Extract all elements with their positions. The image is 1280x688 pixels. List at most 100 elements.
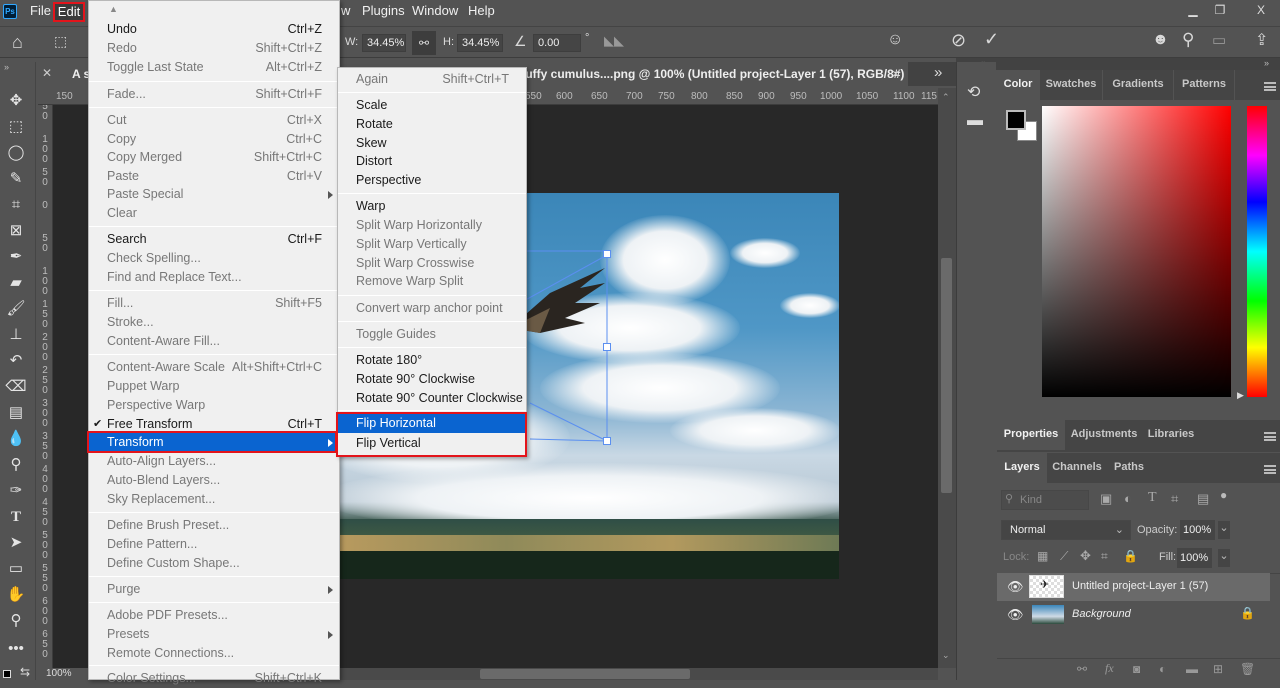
frame-tool-icon[interactable]: ⊠ [4, 220, 28, 242]
edit-menu-item-auto-align-layers[interactable]: Auto-Align Layers... [89, 452, 339, 471]
foreground-color-swatch[interactable] [1006, 110, 1026, 130]
filter-shape-icon[interactable]: ⌗ [1171, 491, 1178, 507]
blend-mode-select[interactable]: Normal ⌄ [1001, 520, 1131, 540]
transform-item-rotate-90-clockwise[interactable]: Rotate 90° Clockwise [338, 370, 526, 389]
edit-menu-item-define-custom-shape[interactable]: Define Custom Shape... [89, 554, 339, 573]
edit-menu-item-fade[interactable]: Fade... Shift+Ctrl+F [89, 85, 339, 104]
edit-menu-item-clear[interactable]: Clear [89, 204, 339, 223]
edit-menu-item-presets[interactable]: Presets [89, 625, 339, 644]
edit-menu-item-copy[interactable]: Copy Ctrl+C [89, 130, 339, 149]
lasso-tool-icon[interactable]: ◯ [4, 142, 28, 164]
fx-icon[interactable]: fx [1105, 661, 1114, 676]
height-input[interactable]: 34.45% [457, 34, 503, 52]
default-colors-icon[interactable] [3, 670, 11, 678]
lock-image-icon[interactable]: ⟋ [1060, 549, 1068, 564]
vertical-scrollbar[interactable]: ⌃ ⌄ [938, 88, 956, 668]
minimize-button[interactable]: ▁ [1180, 3, 1206, 19]
edit-menu-item-transform[interactable]: Transform [89, 433, 339, 452]
zoom-level[interactable]: 100% [38, 668, 88, 680]
transform-item-convert-warp-anchor-point[interactable]: Convert warp anchor point [338, 299, 526, 318]
transform-item-distort[interactable]: Distort [338, 152, 526, 171]
type-tool-icon[interactable]: T [4, 506, 28, 528]
marquee-tool-icon[interactable]: ⬚ [4, 116, 28, 138]
eyedropper-tool-icon[interactable]: ✒ [4, 246, 28, 268]
share-user-icon[interactable]: ☻ [1152, 31, 1169, 49]
opacity-dropdown-icon[interactable]: ⌄ [1218, 521, 1230, 539]
workspace-icon[interactable]: ▭ [1212, 31, 1226, 49]
transform-item-scale[interactable]: Scale [338, 96, 526, 115]
hand-tool-icon[interactable]: ✋ [4, 584, 28, 606]
rectangle-tool-icon[interactable]: ▭ [4, 558, 28, 580]
tab-swatches[interactable]: Swatches [1040, 70, 1102, 100]
transform-item-rotate-180[interactable]: Rotate 180° [338, 351, 526, 370]
transform-item-perspective[interactable]: Perspective [338, 171, 526, 190]
edit-menu-item-define-brush-preset[interactable]: Define Brush Preset... [89, 516, 339, 535]
commit-transform-icon[interactable]: ✓ [984, 29, 999, 50]
clone-stamp-tool-icon[interactable]: ⊥ [4, 324, 28, 346]
close-document-icon[interactable]: × [892, 66, 900, 81]
path-selection-tool-icon[interactable]: ➤ [4, 532, 28, 554]
edit-menu-item-copy-merged[interactable]: Copy Merged Shift+Ctrl+C [89, 148, 339, 167]
comments-panel-icon[interactable]: ▬ [967, 112, 983, 130]
brush-tool-icon[interactable]: 🖌 [4, 298, 28, 320]
menu-scroll-up-icon[interactable]: ▲ [109, 4, 118, 14]
new-layer-icon[interactable]: ⊞ [1213, 662, 1223, 676]
healing-brush-tool-icon[interactable]: ▰ [4, 272, 28, 294]
fill-dropdown-icon[interactable]: ⌄ [1218, 549, 1230, 567]
properties-menu-icon[interactable] [1264, 432, 1276, 441]
hue-slider-marker[interactable]: ▶ [1237, 390, 1244, 401]
edit-menu-item-purge[interactable]: Purge [89, 580, 339, 599]
edit-menu-item-sky-replacement[interactable]: Sky Replacement... [89, 490, 339, 509]
edit-menu-item-search[interactable]: Search Ctrl+F [89, 230, 339, 249]
hue-slider[interactable] [1247, 106, 1267, 397]
tab-libraries[interactable]: Libraries [1143, 420, 1199, 450]
layer-row[interactable]: 👁 Background 🔒 [997, 601, 1270, 629]
zoom-tool-icon[interactable]: ⚲ [4, 610, 28, 632]
rotation-input[interactable]: 0.00 [533, 34, 581, 52]
menu-file[interactable]: File [30, 3, 51, 18]
transform-item-rotate[interactable]: Rotate [338, 115, 526, 134]
edit-menu-item-perspective-warp[interactable]: Perspective Warp [89, 396, 339, 415]
transform-handle-right[interactable] [603, 343, 611, 351]
edit-menu-item-fill[interactable]: Fill... Shift+F5 [89, 294, 339, 313]
color-panel-menu-icon[interactable] [1264, 82, 1276, 91]
menu-window[interactable]: Window [412, 3, 458, 18]
interpolation-icon[interactable]: ◣◣ [604, 33, 624, 49]
edit-menu-item-puppet-warp[interactable]: Puppet Warp [89, 377, 339, 396]
edit-menu-item-toggle-last-state[interactable]: Toggle Last State Alt+Ctrl+Z [89, 58, 339, 77]
edit-menu-item-stroke[interactable]: Stroke... [89, 313, 339, 332]
edit-menu-item-undo[interactable]: Undo Ctrl+Z [89, 20, 339, 39]
search-icon[interactable]: ⚲ [1182, 30, 1194, 50]
edit-menu-item-content-aware-fill[interactable]: Content-Aware Fill... [89, 332, 339, 351]
menu-edit[interactable]: Edit [53, 2, 85, 22]
transform-item-split-warp-vertically[interactable]: Split Warp Vertically [338, 235, 526, 254]
tab-adjustments[interactable]: Adjustments [1065, 420, 1143, 450]
adjustment-layer-icon[interactable]: ◐ [1159, 662, 1166, 676]
link-proportions-button[interactable]: ⚯ [412, 31, 436, 55]
layer-name[interactable]: Untitled project-Layer 1 (57) [1072, 580, 1208, 592]
transform-item-flip-vertical[interactable]: Flip Vertical [338, 434, 526, 453]
tabs-overflow-icon[interactable]: » [934, 64, 942, 81]
transform-item-again[interactable]: Again Shift+Ctrl+T [338, 70, 526, 89]
visibility-eye-icon[interactable]: 👁 [1007, 608, 1024, 622]
edit-menu-item-auto-blend-layers[interactable]: Auto-Blend Layers... [89, 471, 339, 490]
tab-properties[interactable]: Properties [997, 420, 1065, 450]
visibility-eye-icon[interactable]: 👁 [1007, 580, 1024, 594]
vertical-scroll-thumb[interactable] [941, 258, 952, 493]
new-group-icon[interactable]: ▬ [1186, 662, 1198, 676]
edit-menu-item-redo[interactable]: Redo Shift+Ctrl+Z [89, 39, 339, 58]
transform-item-split-warp-crosswise[interactable]: Split Warp Crosswise [338, 254, 526, 273]
filter-pixel-icon[interactable]: ▣ [1100, 491, 1112, 507]
opacity-input[interactable]: 100% [1180, 520, 1215, 540]
transform-item-flip-horizontal[interactable]: Flip Horizontal [338, 414, 526, 433]
layer-name[interactable]: Background [1072, 608, 1131, 620]
color-saturation-field[interactable] [1042, 106, 1231, 397]
edit-menu-item-find-and-replace-text[interactable]: Find and Replace Text... [89, 268, 339, 287]
transform-handle-top-right[interactable] [603, 250, 611, 258]
filter-toggle-icon[interactable]: ● [1220, 488, 1227, 502]
transform-item-remove-warp-split[interactable]: Remove Warp Split [338, 272, 526, 291]
menu-plugins[interactable]: Plugins [362, 3, 405, 18]
lock-position-icon[interactable]: ✥ [1080, 548, 1091, 564]
collapse-dock-right-icon[interactable]: » [1264, 58, 1269, 68]
dodge-tool-icon[interactable]: ⚲ [4, 454, 28, 476]
